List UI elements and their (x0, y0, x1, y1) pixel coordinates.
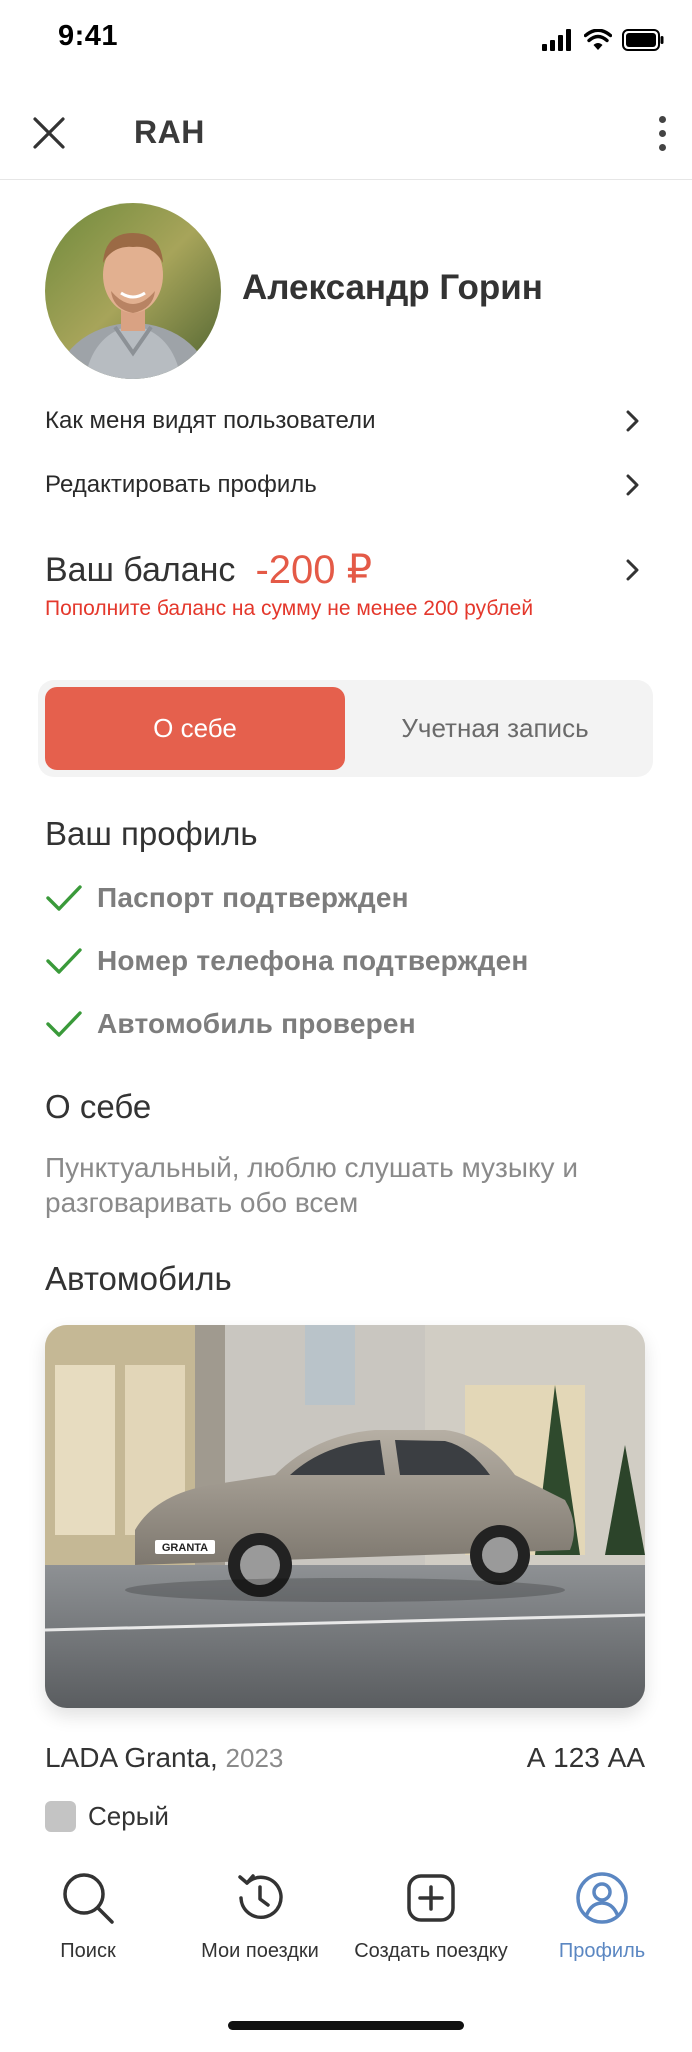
car-model: LADA Granta, 2023 (45, 1742, 283, 1774)
status-bar: 9:41 (0, 0, 692, 80)
car-title: Автомобиль (45, 1260, 232, 1297)
about-text: Пунктуальный, люблю слушать музыку и раз… (45, 1152, 578, 1218)
license-badge: GRANTA (162, 1542, 208, 1554)
wifi-icon (584, 29, 612, 50)
car-color: Серый (45, 1799, 169, 1833)
tab-about[interactable]: О себе (45, 687, 345, 770)
balance-row[interactable]: Ваш баланс -200 ₽ (45, 540, 645, 600)
verification-label: Автомобиль проверен (97, 1008, 416, 1039)
how-users-see-me-link[interactable]: Как меня видят пользователи (45, 396, 645, 446)
nav-profile[interactable]: Профиль (552, 1870, 652, 1963)
verification-item: Автомобиль проверен (45, 1004, 416, 1044)
chevron-right-icon (621, 409, 645, 433)
profile-tabs: О себе Учетная запись (38, 680, 653, 777)
nav-label: Профиль (558, 1940, 646, 1962)
home-indicator (228, 2021, 464, 2030)
chevron-right-icon (621, 473, 645, 497)
status-icons (542, 26, 664, 54)
tab-account[interactable]: Учетная запись (345, 687, 645, 770)
chevron-right-icon (621, 558, 645, 582)
more-options-button[interactable] (644, 108, 680, 158)
verification-item: Номер телефона подтвержден (45, 941, 529, 981)
balance-value: -200 ₽ (255, 548, 373, 592)
more-dot-icon (658, 129, 666, 137)
close-icon (33, 117, 65, 149)
history-icon (232, 1870, 288, 1926)
nav-my-trips[interactable]: Мои поездки (185, 1870, 335, 1963)
about-title: О себе (45, 1088, 152, 1125)
menu-item-label: Редактировать профиль (45, 471, 317, 498)
profile-name: Александр Горин (242, 268, 543, 307)
check-icon (46, 1011, 82, 1037)
profile-icon (574, 1870, 630, 1926)
more-dot-icon (658, 143, 666, 151)
battery-icon (622, 29, 664, 51)
color-swatch (45, 1800, 76, 1832)
menu-item-label: Как меня видят пользователи (45, 407, 376, 434)
verification-item: Паспорт подтвержден (45, 878, 409, 918)
status-time: 9:41 (58, 20, 119, 52)
page-title: RAH (134, 114, 205, 150)
more-dot-icon (658, 115, 666, 123)
plus-square-icon (403, 1870, 459, 1926)
bottom-nav: Поиск Мои поездки Создать поездку Профил… (0, 1855, 692, 2005)
car-year: 2023 (225, 1743, 284, 1773)
nav-create-trip[interactable]: Создать поездку (351, 1870, 511, 1963)
balance-label: Ваш баланс (45, 550, 236, 589)
nav-search[interactable]: Поиск (48, 1870, 128, 1963)
edit-profile-link[interactable]: Редактировать профиль (45, 460, 645, 510)
signal-icon (542, 29, 571, 51)
check-icon (46, 948, 82, 974)
nav-label: Мои поездки (201, 1940, 319, 1962)
car-photo: GRANTA (45, 1325, 645, 1708)
car-color-label: Серый (88, 1800, 169, 1831)
nav-header: RAH (0, 90, 692, 180)
close-button[interactable] (26, 110, 72, 156)
avatar (45, 203, 221, 379)
verification-label: Номер телефона подтвержден (97, 945, 529, 976)
balance-warning: Пополните баланс на сумму не менее 200 р… (45, 597, 534, 620)
car-model-name: LADA Granta, (45, 1742, 218, 1773)
nav-label: Создать поездку (354, 1940, 508, 1962)
car-plate: А 123 АА (526, 1742, 645, 1773)
verification-title: Ваш профиль (45, 815, 258, 852)
nav-label: Поиск (60, 1940, 116, 1962)
check-icon (46, 885, 82, 911)
verification-label: Паспорт подтвержден (97, 882, 409, 913)
search-icon (60, 1870, 116, 1926)
